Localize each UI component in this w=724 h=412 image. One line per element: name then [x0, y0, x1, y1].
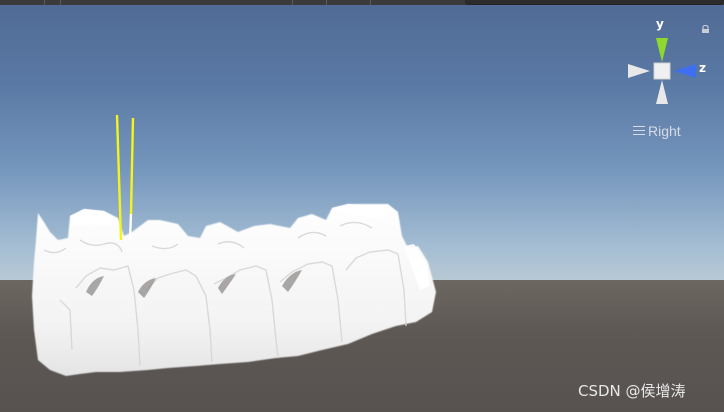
view-orientation-label: Right	[648, 123, 681, 139]
y-axis-cone[interactable]	[656, 38, 668, 62]
gizmo-y-label: y	[656, 17, 664, 31]
hamburger-menu-icon	[633, 126, 645, 135]
neg-z-axis-cone[interactable]	[628, 64, 650, 78]
gizmo-center-cube[interactable]	[653, 62, 671, 80]
gizmo-z-label: z	[699, 61, 706, 75]
scene-view[interactable]: y z Right CSDN @侯增涛	[0, 0, 724, 412]
neg-y-axis-cone[interactable]	[656, 80, 668, 104]
orientation-gizmo[interactable]	[0, 0, 724, 412]
lock-icon[interactable]	[701, 25, 710, 33]
view-orientation-menu[interactable]: Right	[633, 124, 681, 138]
watermark-text: CSDN @侯增涛	[578, 382, 686, 400]
z-axis-cone[interactable]	[674, 64, 696, 78]
